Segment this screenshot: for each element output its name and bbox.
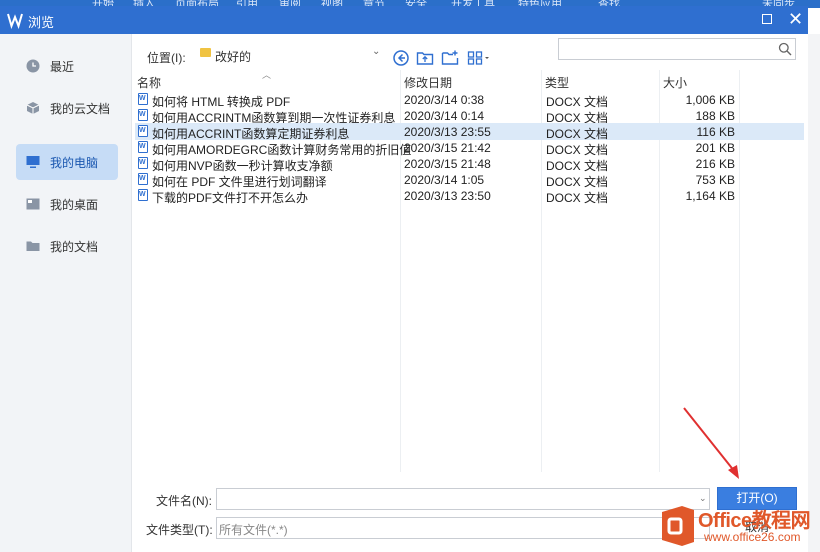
docx-file-icon: [138, 93, 148, 105]
docx-file-icon: [138, 141, 148, 153]
places-sidebar: 最近 我的云文档 我的电脑 我的桌面 我的文档: [0, 34, 132, 552]
new-folder-icon[interactable]: [441, 49, 459, 67]
location-dropdown[interactable]: 改好的 ⌄: [194, 44, 386, 64]
back-icon[interactable]: [392, 49, 410, 67]
watermark-title: Office教程网: [698, 510, 811, 532]
sidebar-item-desktop[interactable]: 我的桌面: [16, 186, 118, 222]
file-date: 2020/3/14 0:14: [404, 109, 485, 123]
file-row[interactable]: 如何用NVP函数一秒计算收支净额 2020/3/15 21:48 DOCX 文档…: [135, 155, 804, 173]
location-label: 位置(I):: [147, 51, 186, 65]
column-header-size[interactable]: 大小: [663, 74, 687, 91]
file-date: 2020/3/13 23:55: [404, 125, 491, 139]
folder-icon: [200, 48, 211, 57]
sidebar-item-label: 我的电脑: [50, 156, 99, 170]
column-header-type[interactable]: 类型: [545, 74, 569, 91]
folder-icon: [26, 241, 40, 251]
docx-file-icon: [138, 125, 148, 137]
filename-field[interactable]: ⌄: [216, 488, 710, 510]
filetype-value: 所有文件(*.*): [219, 523, 288, 537]
cloud-cube-icon: [26, 102, 40, 114]
parent-folder-icon[interactable]: [416, 49, 434, 67]
watermark: Office教程网 www.office26.com: [654, 500, 820, 552]
docx-file-icon: [138, 189, 148, 201]
sort-ascending-icon: ︿: [262, 70, 272, 80]
sidebar-item-label: 我的桌面: [50, 198, 99, 212]
desktop-icon: [26, 198, 40, 210]
file-row[interactable]: 如何在 PDF 文件里进行划词翻译 2020/3/14 1:05 DOCX 文档…: [135, 171, 804, 189]
watermark-url: www.office26.com: [704, 530, 801, 544]
background-window-edge: [808, 34, 820, 552]
monitor-icon: [26, 156, 40, 168]
file-date: 2020/3/15 21:48: [404, 157, 491, 171]
wps-logo-icon: [7, 13, 23, 29]
sidebar-item-cloud-docs[interactable]: 我的云文档: [16, 90, 118, 126]
filename-label: 文件名(N):: [156, 494, 212, 508]
docx-file-icon: [138, 157, 148, 169]
sidebar-item-label: 最近: [50, 60, 75, 74]
dialog-titlebar: 浏览 ✕: [0, 6, 808, 34]
sidebar-item-label: 我的文档: [50, 240, 99, 254]
file-size: 116 KB: [696, 125, 735, 139]
filetype-label: 文件类型(T):: [146, 523, 213, 537]
file-size: 1,164 KB: [685, 189, 735, 203]
sidebar-item-recent[interactable]: 最近: [16, 48, 118, 84]
dialog-title: 浏览: [28, 15, 55, 30]
file-name: 下载的PDF文件打不开怎么办: [152, 191, 309, 205]
file-date: 2020/3/15 21:42: [404, 141, 491, 155]
file-date: 2020/3/14 0:38: [404, 93, 485, 107]
maximize-icon[interactable]: [762, 14, 772, 24]
column-header-date[interactable]: 修改日期: [404, 74, 452, 91]
sidebar-item-my-documents[interactable]: 我的文档: [16, 228, 118, 264]
column-header-name[interactable]: 名称: [137, 74, 161, 91]
chevron-down-icon: ⌄: [372, 46, 381, 57]
file-row[interactable]: 下载的PDF文件打不开怎么办 2020/3/13 23:50 DOCX 文档 1…: [135, 187, 804, 205]
docx-file-icon: [138, 173, 148, 185]
clock-icon: [26, 59, 40, 73]
search-input[interactable]: [558, 38, 796, 60]
file-size: 201 KB: [695, 141, 735, 155]
file-date: 2020/3/13 23:50: [404, 189, 491, 203]
filetype-select[interactable]: 所有文件(*.*): [216, 517, 710, 539]
file-size: 1,006 KB: [685, 93, 735, 107]
file-size: 753 KB: [695, 173, 735, 187]
sidebar-item-label: 我的云文档: [50, 102, 111, 116]
file-row-selected[interactable]: 如何用ACCRINT函数算定期证券利息 2020/3/13 23:55 DOCX…: [135, 123, 804, 141]
file-size: 188 KB: [695, 109, 735, 123]
file-size: 216 KB: [695, 157, 735, 171]
file-row[interactable]: 如何用ACCRINTM函数算到期一次性证券利息 2020/3/14 0:14 D…: [135, 107, 804, 125]
file-row[interactable]: 如何用AMORDEGRC函数计算财务常用的折旧值 2020/3/15 21:42…: [135, 139, 804, 157]
file-row[interactable]: 如何将 HTML 转换成 PDF 2020/3/14 0:38 DOCX 文档 …: [135, 91, 804, 109]
file-list: ︿ 名称 修改日期 类型 大小 如何将 HTML 转换成 PDF 2020/3/…: [131, 70, 808, 472]
view-mode-icon[interactable]: [467, 49, 491, 67]
docx-file-icon: [138, 109, 148, 121]
file-date: 2020/3/14 1:05: [404, 173, 485, 187]
sidebar-item-my-computer[interactable]: 我的电脑: [16, 144, 118, 180]
search-icon: [778, 42, 792, 56]
office-logo-icon: [662, 506, 694, 546]
file-type: DOCX 文档: [546, 191, 609, 205]
close-icon[interactable]: ✕: [788, 8, 803, 30]
location-value: 改好的: [215, 50, 252, 64]
